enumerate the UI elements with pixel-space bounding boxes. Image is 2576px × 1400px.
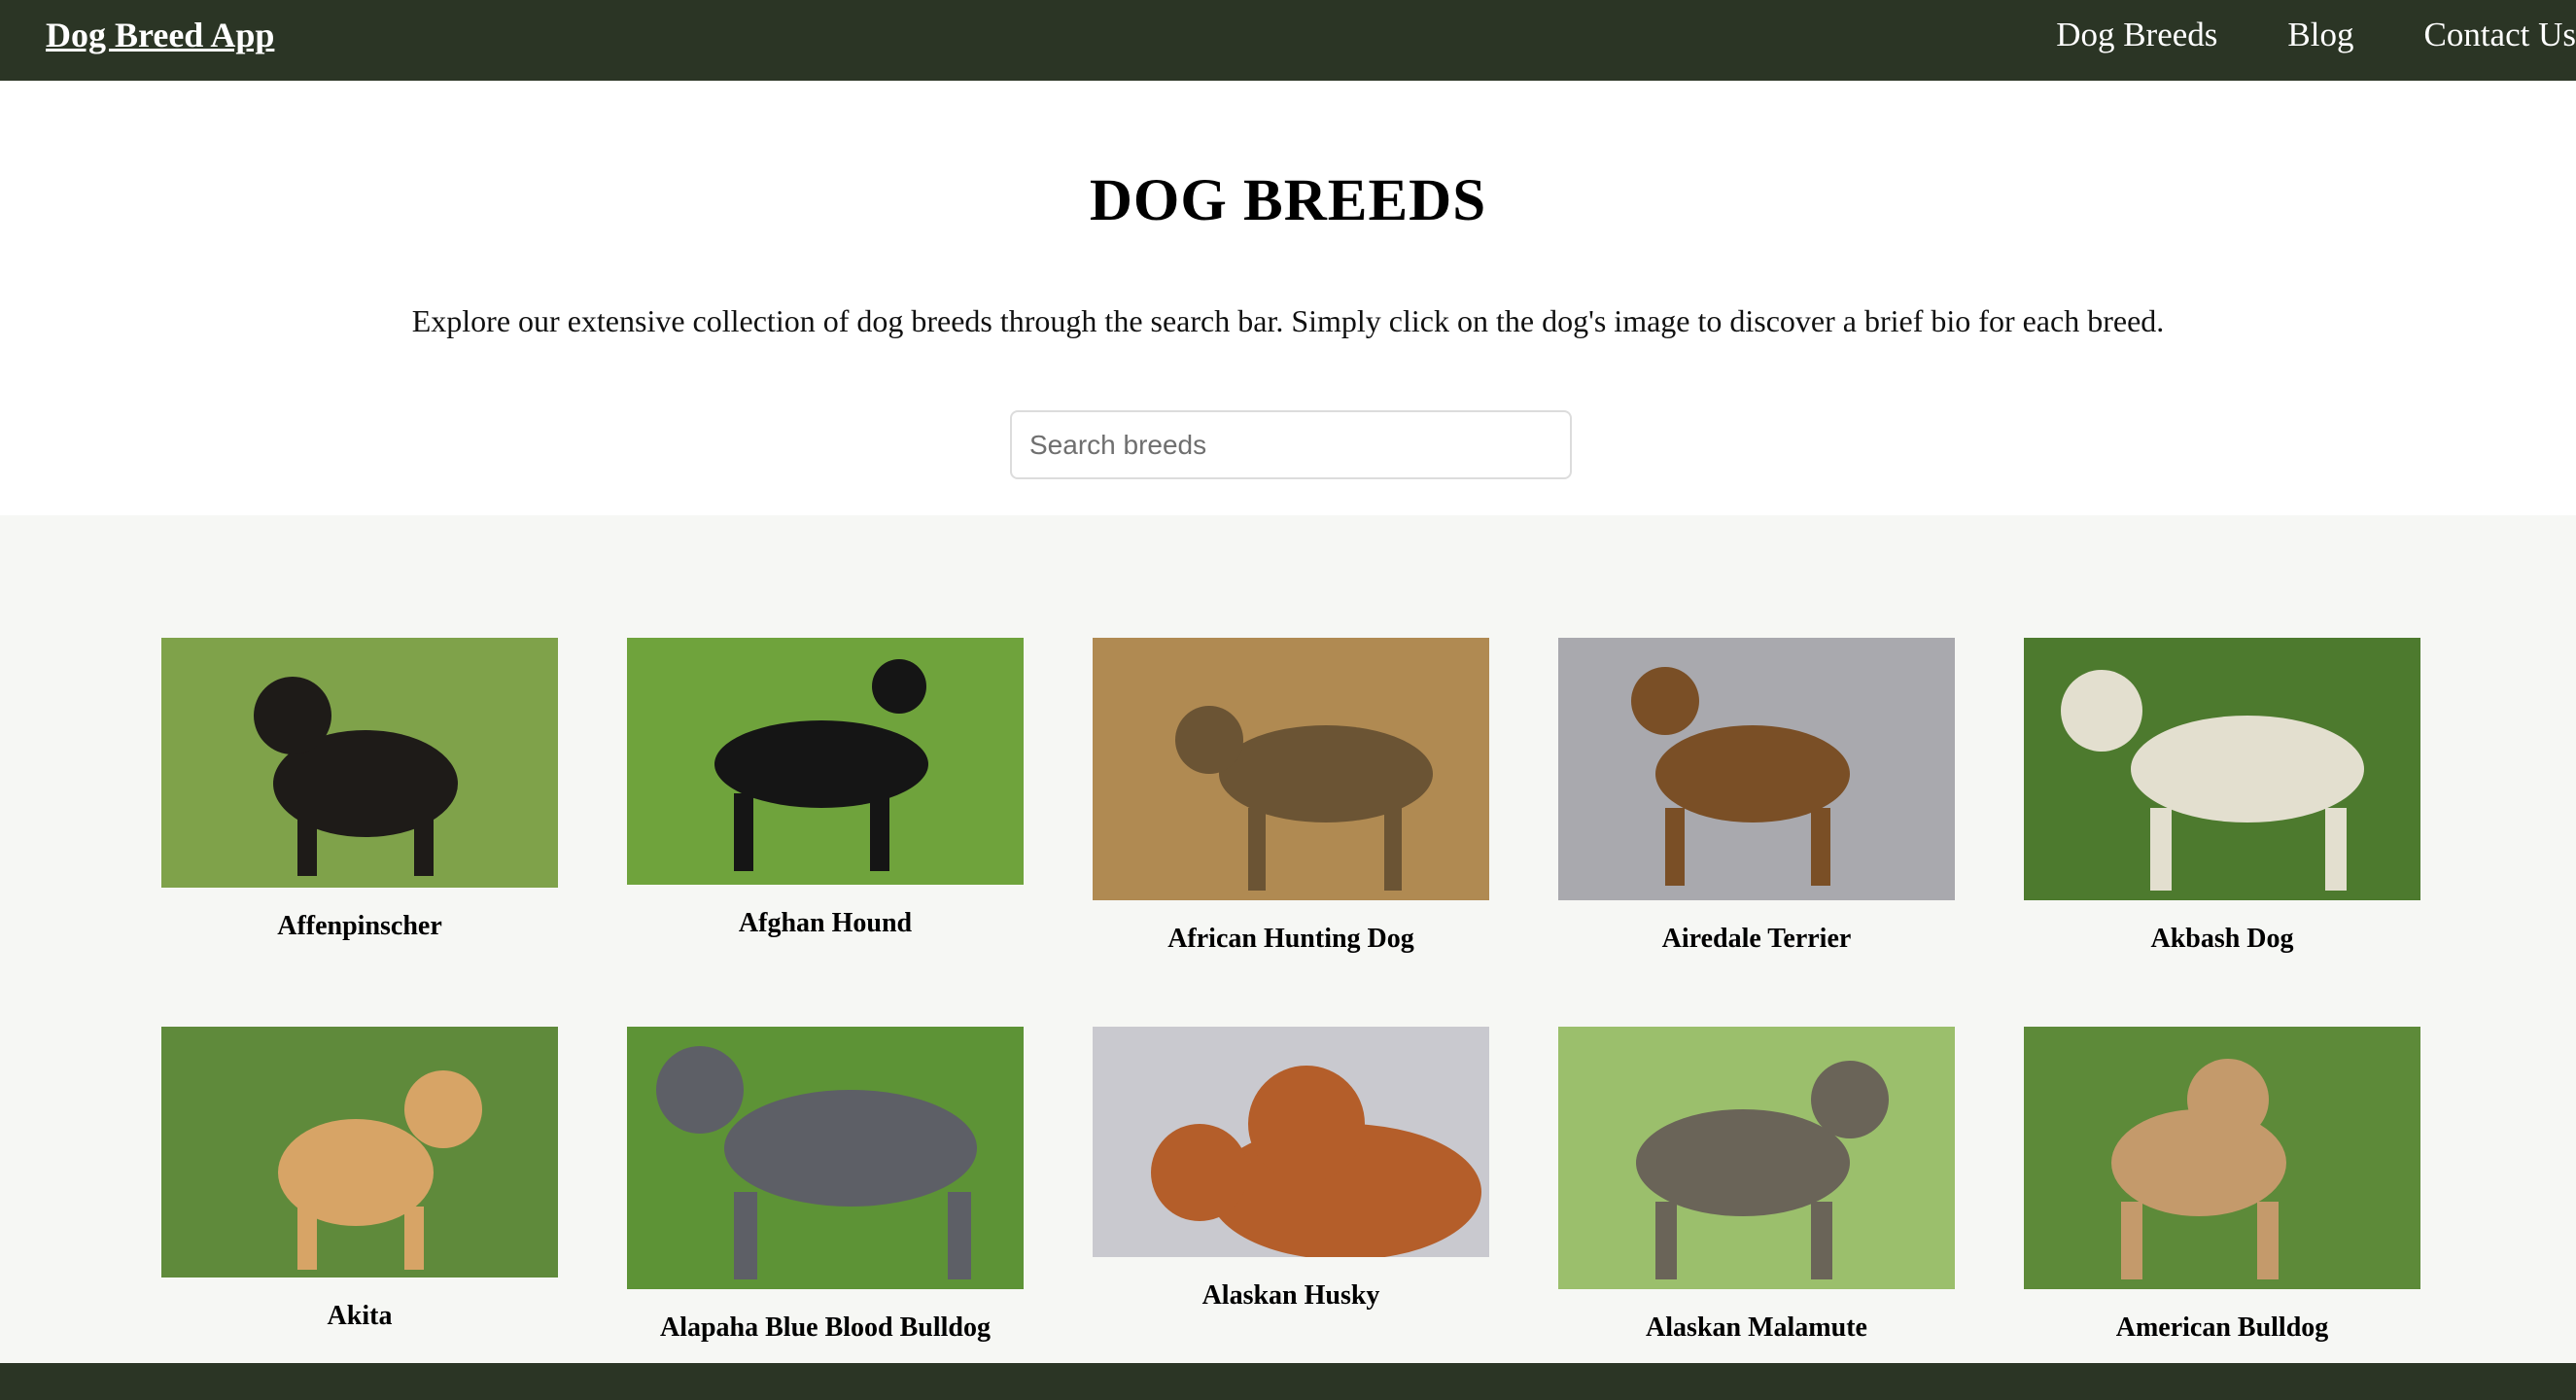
breed-photo-placeholder (161, 638, 558, 888)
dog-leg (1384, 808, 1402, 891)
breed-image[interactable] (627, 1027, 1024, 1289)
dog-head (2061, 670, 2142, 752)
breed-image[interactable] (627, 638, 1024, 885)
dog-leg (297, 1207, 317, 1270)
breed-name[interactable]: Alaskan Malamute (1558, 1309, 1955, 1348)
dog-leg (2325, 808, 2347, 891)
breed-photo-placeholder (627, 638, 1024, 885)
dog-leg (948, 1192, 971, 1279)
intro-text: Explore our extensive collection of dog … (411, 303, 2165, 338)
dog-head (1175, 706, 1243, 774)
dog-leg (734, 1192, 757, 1279)
breed-card[interactable]: Alaskan Husky (1093, 1027, 1489, 1315)
breed-photo-placeholder (1558, 638, 1955, 900)
dog-head (254, 677, 331, 754)
breed-photo-placeholder (1558, 1027, 1955, 1289)
breed-image[interactable] (1093, 638, 1489, 900)
hero-section: DOG BREEDS Explore our extensive collect… (0, 81, 2576, 515)
dog-head (872, 659, 926, 714)
breed-image[interactable] (161, 638, 558, 888)
breed-name[interactable]: Alaskan Husky (1093, 1277, 1489, 1315)
dog-head (404, 1070, 482, 1148)
breed-name[interactable]: Airedale Terrier (1558, 920, 1955, 959)
brand-link[interactable]: Dog Breed App (46, 12, 274, 58)
breed-gallery: Affenpinscher Afghan Hound African Hunti (0, 515, 2576, 1363)
dog-leg (404, 1207, 424, 1270)
breed-card[interactable]: American Bulldog (2024, 1027, 2420, 1348)
dog-head (2187, 1059, 2269, 1140)
breed-photo-placeholder (2024, 1027, 2420, 1289)
breed-card[interactable]: Akbash Dog (2024, 638, 2420, 959)
page-title: DOG BREEDS (1089, 168, 1487, 233)
breed-image[interactable] (1558, 638, 1955, 900)
breed-card[interactable]: Affenpinscher (161, 638, 558, 946)
breed-card[interactable]: Akita (161, 1027, 558, 1336)
dog-leg (1811, 808, 1830, 886)
dog-leg (414, 813, 434, 876)
dog-head (1151, 1124, 1248, 1221)
dog-leg (1248, 808, 1266, 891)
dog-leg (1811, 1202, 1832, 1279)
dog-body (724, 1090, 977, 1207)
dog-leg (1665, 808, 1685, 886)
breed-image[interactable] (1558, 1027, 1955, 1289)
dog-leg (2150, 808, 2172, 891)
breed-photo-placeholder (1093, 1027, 1489, 1257)
nav-link-contact-us[interactable]: Contact Us (2423, 12, 2576, 58)
dog-head (1811, 1061, 1889, 1138)
breed-image[interactable] (161, 1027, 558, 1278)
breed-card[interactable]: Alapaha Blue Blood Bulldog (627, 1027, 1024, 1348)
dog-leg (2121, 1202, 2142, 1279)
dog-leg (297, 813, 317, 876)
dog-head (1248, 1066, 1365, 1182)
breed-card[interactable]: Afghan Hound (627, 638, 1024, 943)
breed-name[interactable]: Akita (161, 1297, 558, 1336)
dog-body (1636, 1109, 1850, 1216)
breed-card[interactable]: Airedale Terrier (1558, 638, 1955, 959)
navbar: Dog Breed App Dog Breeds Blog Contact Us (0, 0, 2576, 81)
footer (0, 1363, 2576, 1400)
dog-leg (2257, 1202, 2279, 1279)
breed-image[interactable] (1093, 1027, 1489, 1257)
breed-name[interactable]: American Bulldog (2024, 1309, 2420, 1348)
breed-photo-placeholder (1093, 638, 1489, 900)
nav-link-dog-breeds[interactable]: Dog Breeds (2056, 12, 2217, 58)
nav-links: Dog Breeds Blog Contact Us (1986, 12, 2576, 58)
breed-name[interactable]: Akbash Dog (2024, 920, 2420, 959)
dog-leg (734, 793, 753, 871)
breed-name[interactable]: Alapaha Blue Blood Bulldog (627, 1309, 1024, 1348)
breed-image[interactable] (2024, 638, 2420, 900)
breed-name[interactable]: Affenpinscher (161, 907, 558, 946)
breed-name[interactable]: African Hunting Dog (1093, 920, 1489, 959)
breed-card[interactable]: Alaskan Malamute (1558, 1027, 1955, 1348)
dog-leg (1655, 1202, 1677, 1279)
dog-body (2131, 716, 2364, 822)
breed-photo-placeholder (2024, 638, 2420, 900)
dog-head (656, 1046, 744, 1134)
search-input[interactable] (1010, 410, 1572, 479)
breed-photo-placeholder (627, 1027, 1024, 1289)
dog-leg (870, 793, 889, 871)
breed-card[interactable]: African Hunting Dog (1093, 638, 1489, 959)
breed-name[interactable]: Afghan Hound (627, 904, 1024, 943)
nav-link-blog[interactable]: Blog (2287, 12, 2353, 58)
breed-image[interactable] (2024, 1027, 2420, 1289)
dog-head (1631, 667, 1699, 735)
breed-photo-placeholder (161, 1027, 558, 1278)
